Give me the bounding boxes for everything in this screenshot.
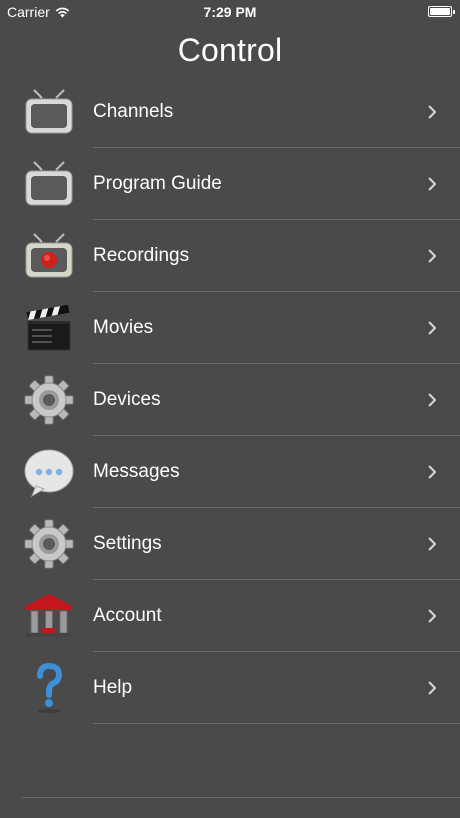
chevron-right-icon [428,681,437,695]
status-bar: Carrier 7:29 PM [0,0,460,24]
menu-list: Channels Program Guide Recordings Movies… [0,76,460,724]
page-title: Control [177,32,283,68]
menu-item-label: Messages [93,461,180,482]
tv-guide-icon [25,161,73,206]
chevron-right-icon [428,105,437,119]
menu-item-movies[interactable]: Movies [0,292,460,364]
gear-icon [24,519,74,569]
menu-item-settings[interactable]: Settings [0,508,460,580]
battery-icon [428,6,455,17]
menu-item-label: Account [93,605,162,626]
menu-item-recordings[interactable]: Recordings [0,220,460,292]
menu-item-label: Program Guide [93,173,222,194]
menu-item-channels[interactable]: Channels [0,76,460,148]
tv-record-icon [25,233,73,278]
status-time: 7:29 PM [203,4,257,20]
tv-icon [25,89,73,134]
menu-item-program-guide[interactable]: Program Guide [0,148,460,220]
menu-item-messages[interactable]: Messages [0,436,460,508]
menu-item-devices[interactable]: Devices [0,364,460,436]
chevron-right-icon [428,609,437,623]
chevron-right-icon [428,321,437,335]
menu-item-help[interactable]: Help [0,652,460,724]
menu-item-label: Help [93,677,133,698]
chat-bubble-icon [24,449,74,498]
chevron-right-icon [428,177,437,191]
menu-item-account[interactable]: Account [0,580,460,652]
divider [93,723,460,724]
bottom-divider [22,797,460,798]
question-mark-icon [37,662,63,713]
control-screen: Carrier 7:29 PM Control Channels Program… [0,0,460,818]
chevron-right-icon [428,537,437,551]
menu-item-label: Movies [93,317,154,338]
menu-item-label: Channels [93,101,174,122]
chevron-right-icon [428,249,437,263]
menu-item-label: Settings [93,533,162,554]
menu-item-label: Recordings [93,245,190,266]
bank-icon [26,594,72,637]
menu-item-label: Devices [93,389,161,410]
clapperboard-icon [26,304,71,351]
chevron-right-icon [428,465,437,479]
chevron-right-icon [428,393,437,407]
gear-icon [24,375,74,425]
